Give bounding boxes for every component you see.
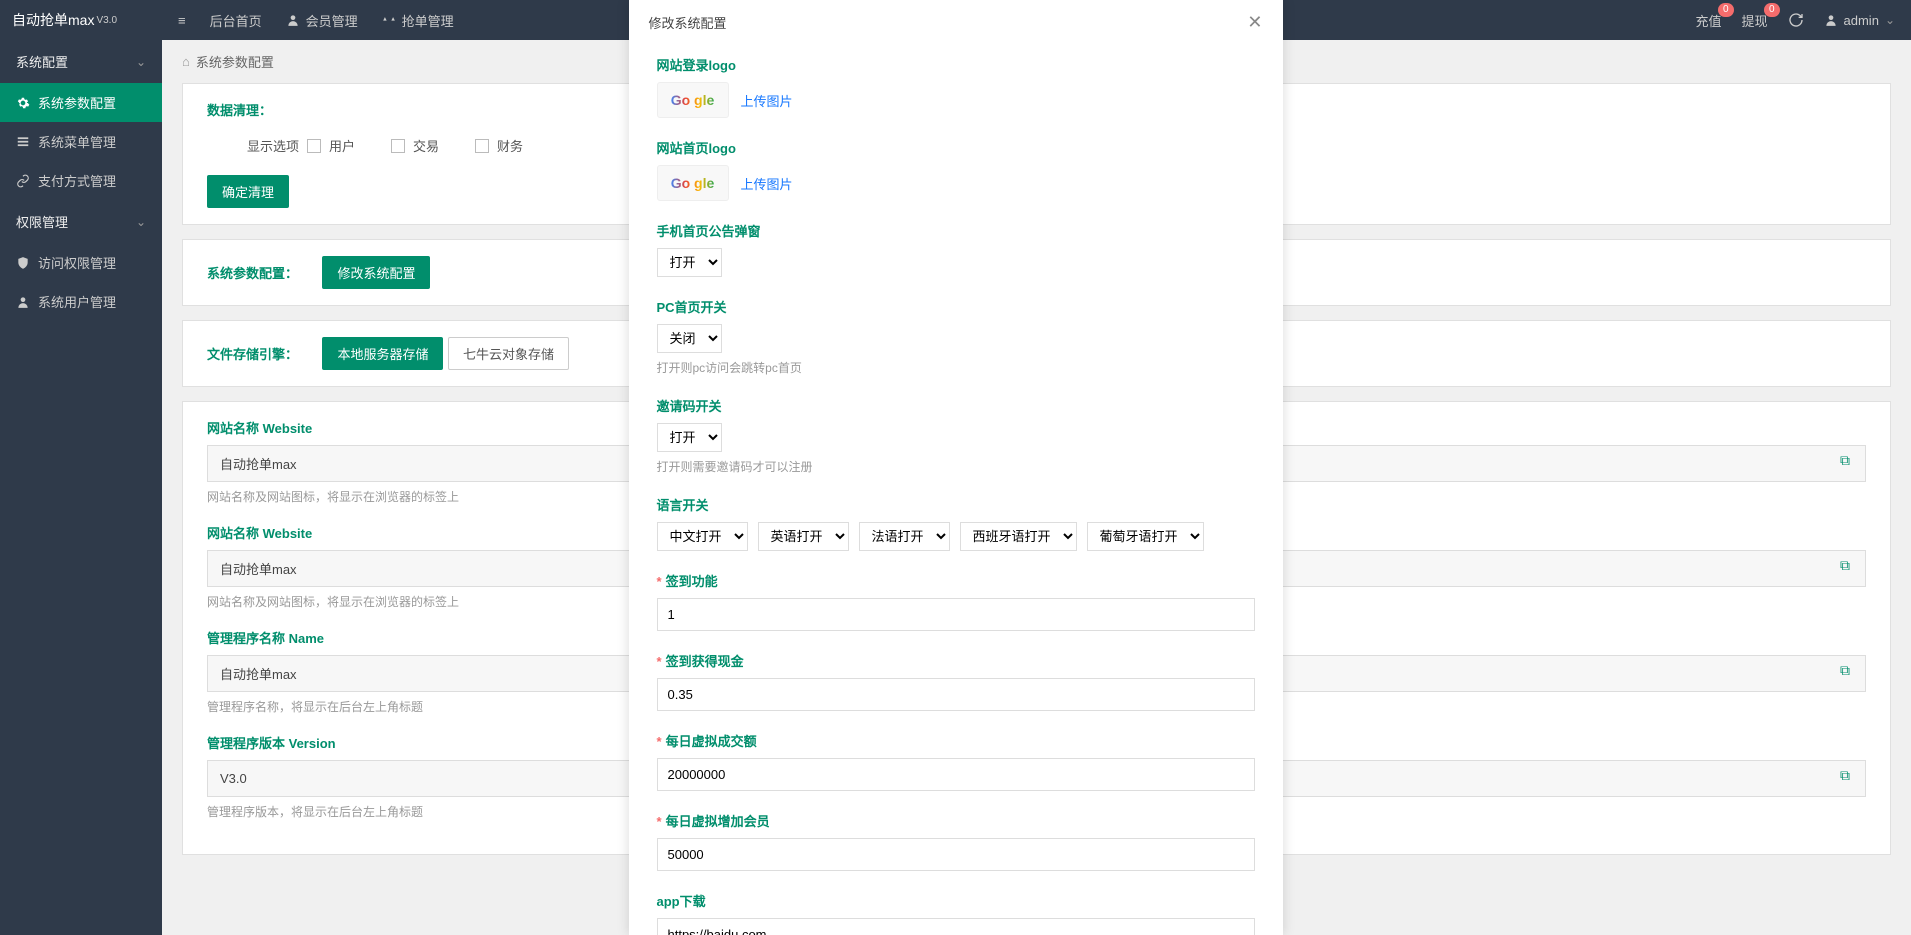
invite-help: 打开则需要邀请码才可以注册 [657,458,1255,475]
user-icon [286,13,300,27]
user-icon [16,295,30,309]
copy-icon[interactable]: ⧉ [1840,452,1850,469]
gear-icon [16,96,30,110]
edit-config-modal: 修改系统配置 ✕ 网站登录logo Go gle 上传图片 网站首页logo G… [629,0,1283,935]
refresh-icon[interactable] [1788,12,1804,28]
panel-title: 系统参数配置： [207,266,298,281]
chevron-down-icon: ⌄ [136,215,146,229]
confirm-clean-button[interactable]: 确定清理 [207,175,289,208]
home-logo-label: 网站首页logo [657,138,1255,157]
menu-item-menus[interactable]: 系统菜单管理 [0,122,162,161]
recharge-badge: 0 [1718,3,1734,17]
sidebar-toggle[interactable]: ≡ [178,13,186,28]
app-dl-input[interactable] [657,918,1255,935]
checkbox-finance[interactable] [475,139,489,153]
signin-label: *签到功能 [657,571,1255,590]
nav-home[interactable]: 后台首页 [210,11,262,30]
pc-switch-help: 打开则pc访问会跳转pc首页 [657,359,1255,376]
home-icon[interactable]: ⌂ [182,54,190,69]
menu-item-users[interactable]: 系统用户管理 [0,282,162,321]
pc-switch-label: PC首页开关 [657,297,1255,316]
list-icon [16,135,30,149]
brand-name: 自动抢单max [12,10,94,30]
checkbox-user[interactable] [307,139,321,153]
recharge-link[interactable]: 充值 0 [1695,11,1721,30]
user-icon [1824,13,1838,27]
daily-vol-label: *每日虚拟成交额 [657,731,1255,750]
panel-title: 数据清理： [207,103,272,118]
lang-label: 语言开关 [657,495,1255,514]
app-dl-label: app下载 [657,891,1255,910]
daily-vol-input[interactable] [657,758,1255,791]
menu-item-payments[interactable]: 支付方式管理 [0,161,162,200]
edit-config-button[interactable]: 修改系统配置 [322,256,430,289]
chevron-down-icon: ⌄ [136,55,146,69]
checkbox-trade[interactable] [391,139,405,153]
lang-es-select[interactable]: 西班牙语打开 [960,522,1077,551]
daily-member-input[interactable] [657,838,1255,871]
login-logo-preview: Go gle [657,82,729,118]
mobile-popup-label: 手机首页公告弹窗 [657,221,1255,240]
invite-select[interactable]: 打开 [657,423,722,452]
signin-input[interactable] [657,598,1255,631]
menu-item-params[interactable]: 系统参数配置 [0,83,162,122]
brand-version: V3.0 [96,15,117,26]
nav-orders[interactable]: 抢单管理 [382,11,454,30]
menu-group-system[interactable]: 系统配置 ⌄ [0,40,162,83]
withdraw-link[interactable]: 提现 0 [1742,11,1768,30]
menu-group-permission[interactable]: 权限管理 ⌄ [0,200,162,243]
invite-label: 邀请码开关 [657,396,1255,415]
modal-title: 修改系统配置 [649,13,727,32]
lang-en-select[interactable]: 英语打开 [758,522,849,551]
lang-zh-select[interactable]: 中文打开 [657,522,748,551]
lang-fr-select[interactable]: 法语打开 [859,522,950,551]
sidebar: 自动抢单max V3.0 系统配置 ⌄ 系统参数配置 系统菜单管理 支付方式管理 [0,0,162,935]
upload-home-logo-link[interactable]: 上传图片 [741,174,793,193]
nav-members[interactable]: 会员管理 [286,11,358,30]
pc-switch-select[interactable]: 关闭 [657,324,722,353]
qiniu-storage-button[interactable]: 七牛云对象存储 [448,337,569,370]
mobile-popup-select[interactable]: 打开 [657,248,722,277]
copy-icon[interactable]: ⧉ [1840,662,1850,679]
options-label: 显示选项 [247,136,299,155]
link-icon [16,174,30,188]
scale-icon [382,13,396,27]
withdraw-badge: 0 [1764,3,1780,17]
shield-icon [16,256,30,270]
breadcrumb-current: 系统参数配置 [196,52,274,71]
brand-logo: 自动抢单max V3.0 [0,0,162,40]
copy-icon[interactable]: ⧉ [1840,557,1850,574]
chevron-down-icon: ⌄ [1885,13,1895,27]
daily-member-label: *每日虚拟增加会员 [657,811,1255,830]
menu-item-access[interactable]: 访问权限管理 [0,243,162,282]
local-storage-button[interactable]: 本地服务器存储 [322,337,443,370]
signin-cash-input[interactable] [657,678,1255,711]
home-logo-preview: Go gle [657,165,729,201]
copy-icon[interactable]: ⧉ [1840,767,1850,784]
close-icon[interactable]: ✕ [1247,12,1262,33]
upload-login-logo-link[interactable]: 上传图片 [741,91,793,110]
lang-pt-select[interactable]: 葡萄牙语打开 [1087,522,1204,551]
login-logo-label: 网站登录logo [657,55,1255,74]
signin-cash-label: *签到获得现金 [657,651,1255,670]
user-menu[interactable]: admin ⌄ [1824,13,1895,28]
panel-title: 文件存储引擎： [207,347,298,362]
